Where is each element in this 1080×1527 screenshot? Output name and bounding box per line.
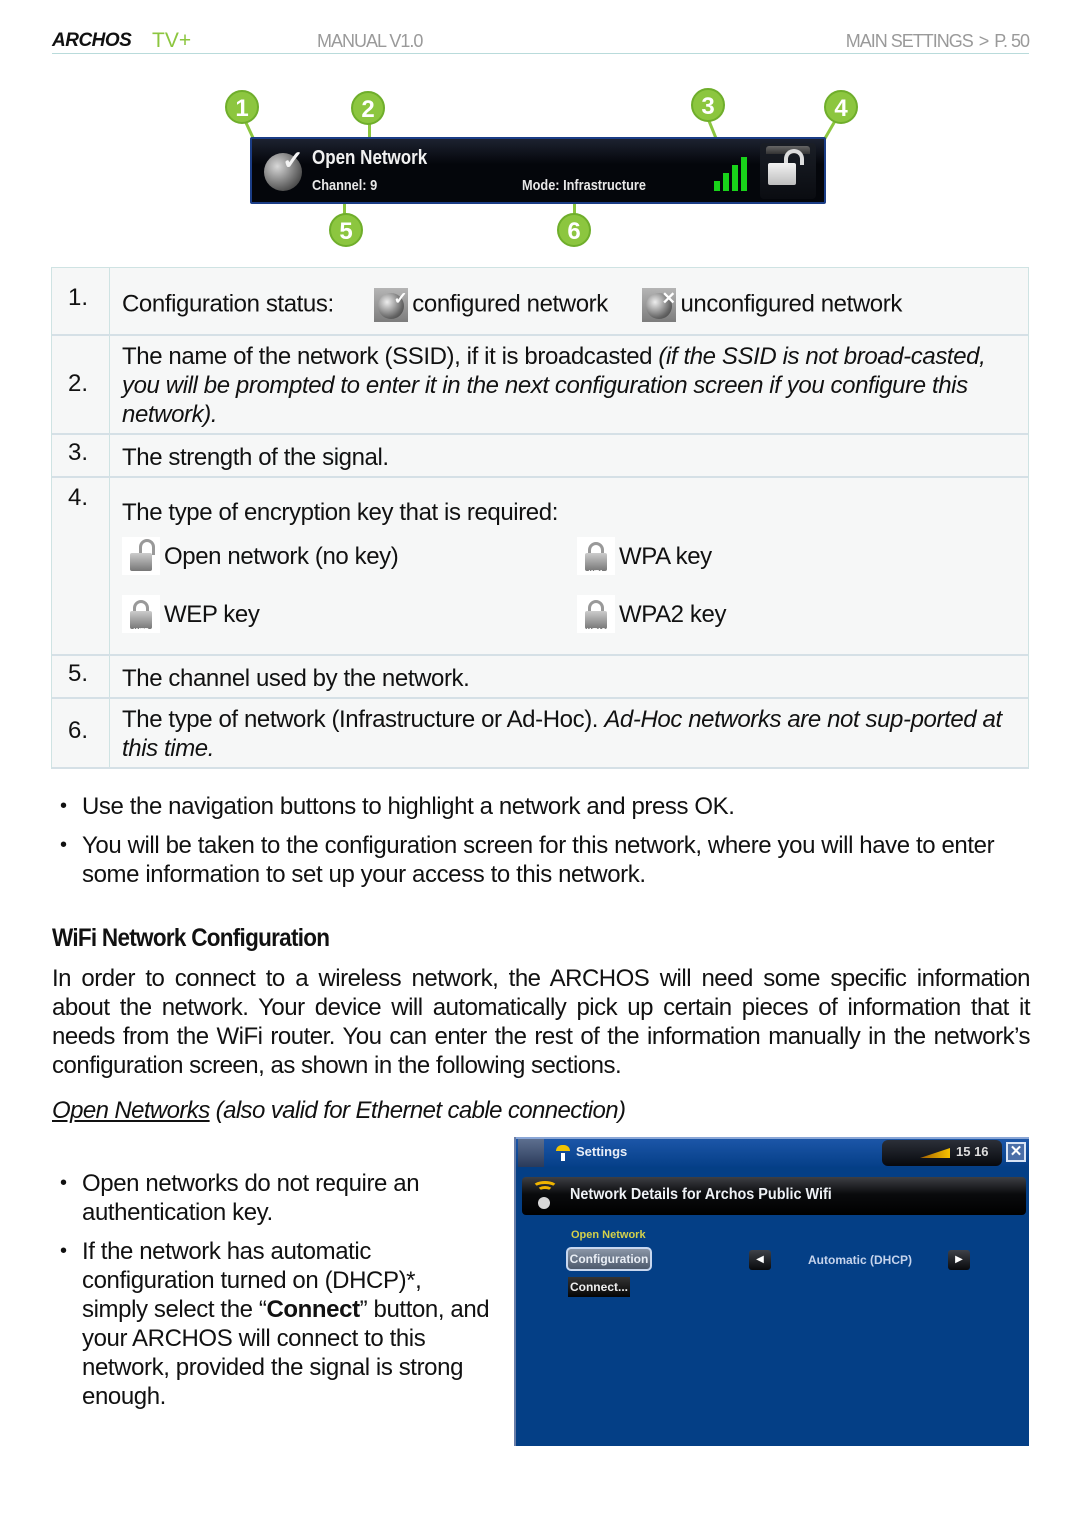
- clock: 15 16: [956, 1144, 989, 1159]
- wep-lock-icon: WEP: [122, 595, 160, 635]
- subsection-heading: Open Networks (also valid for Ethernet c…: [52, 1097, 626, 1125]
- page-number: P. 50: [994, 31, 1030, 51]
- lock-body: [768, 163, 796, 185]
- callout-3: 3: [691, 88, 725, 122]
- unconfigured-network-icon: ✕: [642, 288, 677, 322]
- configured-network-icon: ✓: [374, 288, 409, 322]
- network-details-header: Network Details for Archos Public Wifi: [522, 1177, 1026, 1215]
- device-screenshot: Settings 15 16 ✕ Network Details for Arc…: [514, 1137, 1029, 1446]
- breadcrumb-section: MAIN SETTINGS: [845, 31, 974, 51]
- table-row: 1. Configuration status: ✓ configured net…: [52, 268, 1028, 336]
- list-item: Open networks do not require an authenti…: [60, 1169, 490, 1227]
- network-type-label: Open Network: [571, 1229, 646, 1241]
- row-description: The type of network (Infrastructure or A…: [110, 699, 1028, 767]
- list-item: If the network has automatic configurati…: [60, 1237, 490, 1411]
- open-lock-icon: [760, 143, 816, 199]
- config-status-label: Configuration status:: [122, 290, 334, 318]
- callout-4: 4: [824, 90, 858, 124]
- open-networks-title: Open Networks: [52, 1097, 210, 1124]
- row-number: 1.: [52, 268, 110, 334]
- table-row: 4. The type of encryption key that is re…: [52, 478, 1028, 656]
- network-mode: Mode: Infrastructure: [522, 177, 646, 194]
- arrow-right-button[interactable]: ▶: [948, 1250, 970, 1270]
- table-row: 6. The type of network (Infrastructure o…: [52, 699, 1028, 769]
- table-row: 5. The channel used by the network.: [52, 656, 1028, 699]
- configuration-button[interactable]: Configuration: [566, 1247, 652, 1271]
- row-number: 6.: [52, 699, 110, 767]
- signal-bar: [714, 181, 720, 191]
- row-text: The name of the network (SSID), if it is…: [122, 343, 659, 370]
- connect-button[interactable]: Connect...: [568, 1277, 630, 1297]
- brand-logo: ARCHOS: [52, 30, 132, 51]
- network-channel: Channel: 9: [312, 177, 378, 194]
- ip-mode-value: Automatic (DHCP): [808, 1253, 912, 1267]
- row-number: 2.: [52, 336, 110, 433]
- key-label: WEP key: [164, 600, 260, 628]
- row-text: The type of network (Infrastructure or A…: [122, 706, 605, 733]
- device-top-bar: Settings 15 16 ✕: [516, 1137, 1029, 1167]
- close-button[interactable]: ✕: [1006, 1142, 1026, 1162]
- signal-strength-icon: [714, 157, 752, 191]
- legend-table: 1. Configuration status: ✓ configured net…: [51, 267, 1029, 769]
- row-description: The name of the network (SSID), if it is…: [110, 336, 1028, 433]
- model-name: TV+: [152, 29, 192, 52]
- row-description: Configuration status: ✓ configured networ…: [110, 268, 1028, 334]
- open-lock-icon: [122, 537, 160, 575]
- callout-1: 1: [225, 90, 259, 124]
- signal-bar: [732, 165, 738, 191]
- wpa2-lock-icon: WPA2: [577, 595, 615, 635]
- key-label: WPA key: [619, 542, 712, 570]
- home-icon[interactable]: [518, 1139, 544, 1167]
- key-wpa2: WPA2 WPA2 key: [577, 595, 877, 635]
- row-text: The type of encryption key that is requi…: [122, 499, 558, 526]
- section-heading: WiFi Network Configuration: [52, 924, 330, 952]
- app-title: Settings: [576, 1144, 628, 1159]
- list-item: Use the navigation buttons to highlight …: [60, 792, 1020, 821]
- key-label: WPA2 key: [619, 600, 727, 628]
- unconfigured-network-label: unconfigured network: [680, 290, 902, 318]
- network-list-item: ✓ Open Network Channel: 9 Mode: Infrastr…: [250, 137, 826, 204]
- page-header: ARCHOS TV+ MANUAL V1.0 MAIN SETTINGS > P. …: [52, 29, 1030, 54]
- configured-network-label: configured network: [412, 290, 608, 318]
- row-description: The strength of the signal.: [122, 444, 389, 471]
- wpa-lock-icon: WPA: [577, 537, 615, 577]
- row-number: 4.: [52, 478, 110, 654]
- table-row: 2. The name of the network (SSID), if it…: [52, 336, 1028, 435]
- row-description: The type of encryption key that is requi…: [110, 478, 1028, 654]
- key-wep: WEP WEP key: [122, 595, 577, 635]
- manual-version: MANUAL V1.0: [317, 31, 423, 51]
- subsection-note: (also valid for Ethernet cable connectio…: [209, 1097, 626, 1124]
- breadcrumb-separator: >: [978, 31, 989, 51]
- signal-bar: [741, 157, 747, 191]
- table-row: 3. The strength of the signal.: [52, 435, 1028, 478]
- key-label: Open network (no key): [164, 542, 399, 570]
- connect-emphasis: Connect: [266, 1296, 360, 1323]
- signal-bar: [723, 173, 729, 191]
- row-number: 3.: [52, 435, 110, 476]
- section-paragraph: In order to connect to a wireless networ…: [52, 965, 1031, 1079]
- callout-5: 5: [329, 213, 363, 247]
- instructions-list: Use the navigation buttons to highlight …: [60, 792, 1020, 899]
- wifi-icon: [532, 1181, 558, 1211]
- key-open: Open network (no key): [122, 537, 577, 575]
- network-ssid: Open Network: [312, 147, 428, 169]
- key-wpa: WPA WPA key: [577, 537, 877, 577]
- open-networks-list: Open networks do not require an authenti…: [60, 1169, 490, 1421]
- list-item: You will be taken to the configuration s…: [60, 831, 1020, 889]
- network-details-title: Network Details for Archos Public Wifi: [570, 1186, 832, 1203]
- settings-icon: [556, 1145, 570, 1161]
- status-area: 15 16: [882, 1140, 1002, 1166]
- checkmark-icon: ✓: [282, 145, 304, 175]
- breadcrumb: MAIN SETTINGS > P. 50: [840, 31, 1030, 52]
- callout-6: 6: [557, 213, 591, 247]
- callout-2: 2: [351, 91, 385, 125]
- wifi-signal-icon: [920, 1148, 950, 1158]
- row-description: The channel used by the network.: [122, 665, 470, 692]
- encryption-key-list: Open network (no key) WPA WPA key WEP WEP …: [122, 537, 1028, 635]
- row-number: 5.: [52, 656, 110, 697]
- arrow-left-button[interactable]: ◀: [749, 1250, 771, 1270]
